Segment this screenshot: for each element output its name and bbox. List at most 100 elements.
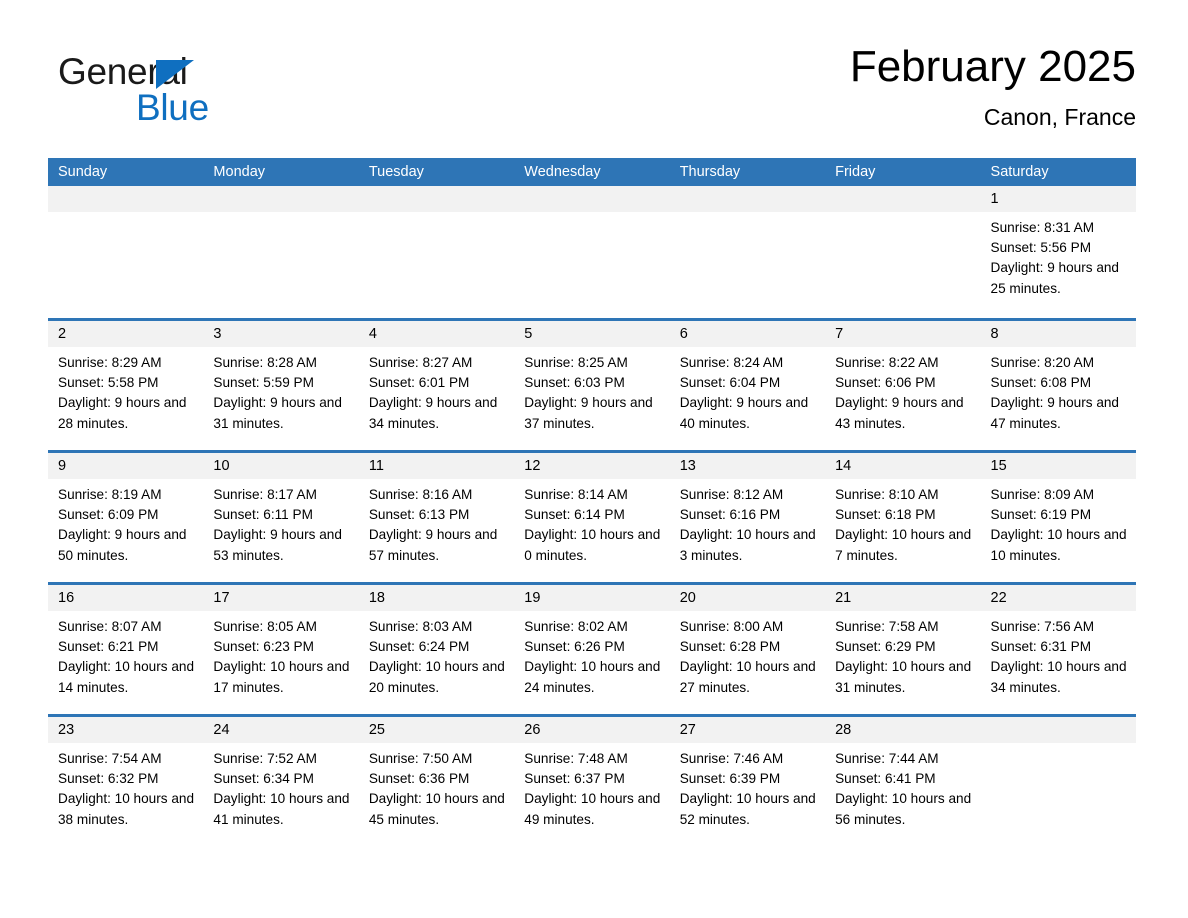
sunrise-text: Sunrise: 8:20 AM: [990, 355, 1095, 370]
location-subtitle: Canon, France: [983, 104, 1136, 130]
day-number: 10: [203, 453, 359, 479]
sunset-text: Sunset: 6:37 PM: [524, 771, 625, 787]
weekday-header-saturday: Saturday: [990, 164, 1049, 180]
daylight-text: Daylight: 10 hours and 41 minutes.: [213, 791, 350, 827]
day-cell[interactable]: 23 Sunrise: 7:54 AM Sunset: 6:32 PM Dayligh…: [48, 717, 204, 843]
sunset-text: Sunset: 5:58 PM: [58, 375, 159, 391]
sunset-text: Sunset: 6:29 PM: [835, 639, 936, 655]
sunset-text: Sunset: 6:03 PM: [524, 375, 625, 391]
daylight-text: Daylight: 10 hours and 56 minutes.: [835, 791, 972, 827]
title-block: February 2025 Canon, France: [850, 40, 1136, 132]
day-number: 22: [980, 585, 1136, 611]
day-cell[interactable]: 4 Sunrise: 8:27 AM Sunset: 6:01 PM Daylight…: [358, 321, 515, 450]
weekday-header-friday: Friday: [835, 164, 876, 180]
day-cell[interactable]: 14 Sunrise: 8:10 AM Sunset: 6:18 PM Dayligh…: [825, 453, 981, 582]
day-number: 24: [203, 717, 359, 743]
day-cell-empty: [514, 186, 670, 318]
day-cell[interactable]: 27 Sunrise: 7:46 AM Sunset: 6:39 PM Dayligh…: [669, 717, 826, 843]
daylight-text: Daylight: 10 hours and 17 minutes.: [213, 659, 350, 695]
daylight-text: Daylight: 9 hours and 40 minutes.: [679, 395, 809, 431]
day-number: 4: [358, 321, 515, 347]
page-title: February 2025: [849, 42, 1136, 91]
day-cell[interactable]: 25 Sunrise: 7:50 AM Sunset: 6:36 PM Dayligh…: [358, 717, 515, 843]
sunset-text: Sunset: 6:01 PM: [368, 375, 470, 391]
day-cell[interactable]: 24 Sunrise: 7:52 AM Sunset: 6:34 PM Dayligh…: [203, 717, 359, 843]
day-cell[interactable]: 7 Sunrise: 8:22 AM Sunset: 6:06 PM Daylight…: [825, 321, 981, 450]
day-cell[interactable]: 28 Sunrise: 7:44 AM Sunset: 6:41 PM Dayligh…: [825, 717, 981, 843]
daylight-text: Daylight: 10 hours and 10 minutes.: [990, 527, 1127, 563]
day-cell-empty: [203, 186, 359, 318]
daylight-text: Daylight: 9 hours and 31 minutes.: [213, 395, 342, 431]
day-number: 1: [980, 186, 1136, 212]
sunrise-text: Sunrise: 8:31 AM: [990, 220, 1095, 235]
day-cell[interactable]: 2 Sunrise: 8:29 AM Sunset: 5:58 PM Daylight…: [48, 321, 204, 450]
day-cell-empty: [358, 186, 515, 318]
day-number: 7: [825, 321, 981, 347]
day-number: 26: [514, 717, 670, 743]
sunrise-text: Sunrise: 8:05 AM: [213, 619, 317, 634]
sunrise-text: Sunrise: 7:48 AM: [524, 751, 628, 766]
day-cell[interactable]: 1 Sunrise: 8:31 AM Sunset: 5:56 PM Daylight…: [980, 186, 1136, 318]
sunset-text: Sunset: 6:13 PM: [368, 507, 470, 523]
calendar-week-row: 1 Sunrise: 8:31 AM Sunset: 5:56 PM Daylight…: [48, 186, 1136, 318]
sunrise-text: Sunrise: 7:54 AM: [58, 751, 162, 766]
sunrise-text: Sunrise: 8:02 AM: [524, 619, 628, 634]
day-cell[interactable]: 15 Sunrise: 8:09 AM Sunset: 6:19 PM Dayligh…: [980, 453, 1136, 582]
day-details: Sunrise: 7:54 AM Sunset: 6:32 PM Daylight:…: [48, 743, 203, 830]
day-details: Sunrise: 8:24 AM Sunset: 6:04 PM Daylight:…: [670, 347, 825, 434]
daylight-text: Daylight: 10 hours and 49 minutes.: [524, 791, 661, 827]
daylight-text: Daylight: 10 hours and 7 minutes.: [835, 527, 972, 563]
day-number: 5: [514, 321, 670, 347]
day-details: Sunrise: 7:50 AM Sunset: 6:36 PM Daylight:…: [359, 743, 514, 830]
daylight-text: Daylight: 9 hours and 28 minutes.: [58, 395, 187, 431]
day-details: Sunrise: 8:02 AM Sunset: 6:26 PM Daylight:…: [514, 611, 669, 698]
sunrise-text: Sunrise: 7:52 AM: [213, 751, 317, 766]
daylight-text: Daylight: 9 hours and 57 minutes.: [368, 527, 498, 563]
calendar-table: Sunday Monday Tuesday Wednesday Thursday…: [48, 158, 1136, 843]
sunset-text: Sunset: 6:06 PM: [835, 375, 936, 391]
day-number: 17: [203, 585, 359, 611]
day-details: Sunrise: 7:46 AM Sunset: 6:39 PM Daylight:…: [670, 743, 825, 830]
sunset-text: Sunset: 6:23 PM: [213, 639, 314, 655]
daylight-text: Daylight: 9 hours and 47 minutes.: [990, 395, 1119, 431]
day-number: 28: [825, 717, 981, 743]
daylight-text: Daylight: 10 hours and 45 minutes.: [368, 791, 505, 827]
sunrise-text: Sunrise: 8:09 AM: [990, 487, 1095, 502]
day-cell-empty: [669, 186, 826, 318]
day-details: Sunrise: 8:09 AM Sunset: 6:19 PM Daylight:…: [981, 479, 1136, 566]
day-cell[interactable]: 21 Sunrise: 7:58 AM Sunset: 6:29 PM Dayligh…: [825, 585, 981, 714]
sunrise-text: Sunrise: 8:14 AM: [524, 487, 628, 502]
day-cell[interactable]: 22 Sunrise: 7:56 AM Sunset: 6:31 PM Dayligh…: [980, 585, 1136, 714]
day-details: Sunrise: 8:22 AM Sunset: 6:06 PM Daylight:…: [825, 347, 980, 434]
sunset-text: Sunset: 6:18 PM: [835, 507, 936, 523]
day-cell[interactable]: 13 Sunrise: 8:12 AM Sunset: 6:16 PM Dayligh…: [669, 453, 826, 582]
sunrise-text: Sunrise: 8:19 AM: [58, 487, 162, 502]
day-cell[interactable]: 9 Sunrise: 8:19 AM Sunset: 6:09 PM Daylight…: [48, 453, 204, 582]
day-cell[interactable]: 5 Sunrise: 8:25 AM Sunset: 6:03 PM Daylight…: [514, 321, 670, 450]
day-number: 9: [48, 453, 204, 479]
day-cell[interactable]: 18 Sunrise: 8:03 AM Sunset: 6:24 PM Dayligh…: [358, 585, 515, 714]
day-cell[interactable]: 11 Sunrise: 8:16 AM Sunset: 6:13 PM Dayligh…: [358, 453, 515, 582]
weekday-header-row: Sunday Monday Tuesday Wednesday Thursday…: [48, 158, 1136, 186]
page-header: General Blue February 2025 Canon, France: [48, 40, 1136, 148]
day-number: [358, 186, 515, 212]
day-number: 23: [48, 717, 204, 743]
daylight-text: Daylight: 9 hours and 37 minutes.: [524, 395, 653, 431]
day-details: Sunrise: 8:10 AM Sunset: 6:18 PM Daylight:…: [825, 479, 980, 566]
day-cell[interactable]: 16 Sunrise: 8:07 AM Sunset: 6:21 PM Dayligh…: [48, 585, 204, 714]
day-cell[interactable]: 17 Sunrise: 8:05 AM Sunset: 6:23 PM Dayligh…: [203, 585, 359, 714]
day-cell[interactable]: 26 Sunrise: 7:48 AM Sunset: 6:37 PM Dayligh…: [514, 717, 670, 843]
day-cell[interactable]: 8 Sunrise: 8:20 AM Sunset: 6:08 PM Daylight…: [980, 321, 1136, 450]
sunrise-text: Sunrise: 8:24 AM: [679, 355, 784, 370]
day-details: Sunrise: 8:20 AM Sunset: 6:08 PM Daylight:…: [981, 347, 1136, 434]
day-cell[interactable]: 19 Sunrise: 8:02 AM Sunset: 6:26 PM Dayligh…: [514, 585, 670, 714]
daylight-text: Daylight: 10 hours and 31 minutes.: [835, 659, 972, 695]
day-details: Sunrise: 8:29 AM Sunset: 5:58 PM Daylight:…: [48, 347, 203, 434]
logo-text-blue: Blue: [136, 87, 209, 128]
day-cell[interactable]: 6 Sunrise: 8:24 AM Sunset: 6:04 PM Daylight…: [669, 321, 826, 450]
day-cell[interactable]: 3 Sunrise: 8:28 AM Sunset: 5:59 PM Daylight…: [203, 321, 359, 450]
day-cell[interactable]: 12 Sunrise: 8:14 AM Sunset: 6:14 PM Dayligh…: [514, 453, 670, 582]
day-cell[interactable]: 10 Sunrise: 8:17 AM Sunset: 6:11 PM Dayligh…: [203, 453, 359, 582]
day-cell[interactable]: 20 Sunrise: 8:00 AM Sunset: 6:28 PM Dayligh…: [669, 585, 826, 714]
sunset-text: Sunset: 6:31 PM: [990, 639, 1092, 655]
